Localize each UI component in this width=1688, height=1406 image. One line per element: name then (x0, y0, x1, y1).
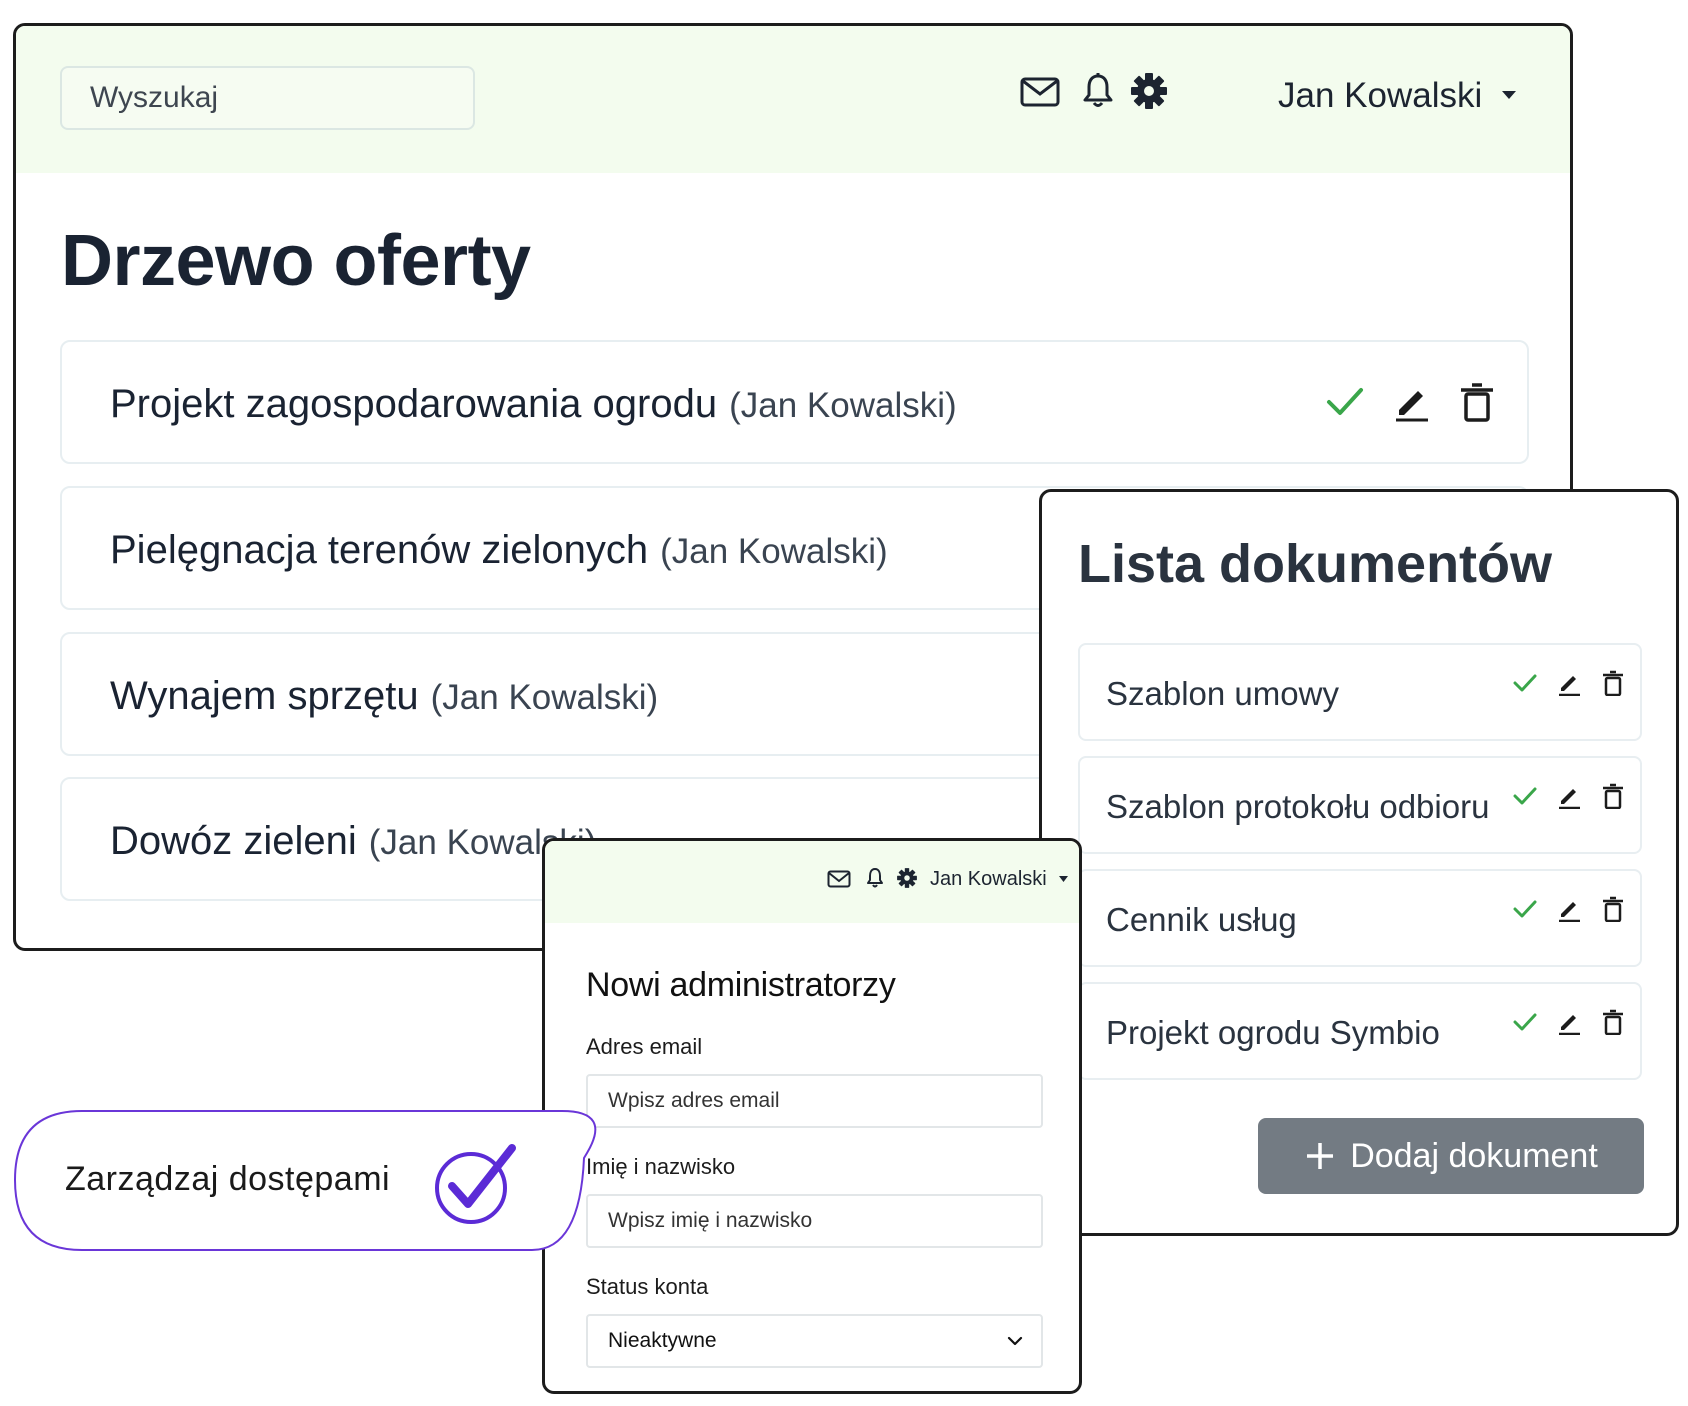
trash-icon[interactable] (1600, 670, 1626, 696)
document-row[interactable]: Cennik usług (1078, 869, 1642, 967)
form-title: Nowi administratorzy (586, 966, 896, 1004)
trash-icon[interactable] (1457, 382, 1497, 422)
name-field[interactable]: Wpisz imię i nazwisko (586, 1194, 1043, 1248)
gear-icon[interactable] (1129, 71, 1169, 111)
trash-icon[interactable] (1600, 783, 1626, 809)
offer-title: Wynajem sprzętu (Jan Kowalski) (110, 674, 659, 718)
bell-icon[interactable] (1082, 72, 1114, 110)
check-icon[interactable] (1325, 382, 1365, 422)
row-actions (1325, 382, 1497, 422)
document-row[interactable]: Szablon protokołu odbioru (1078, 756, 1642, 854)
callout-text: Zarządzaj dostępami (65, 1160, 391, 1198)
check-icon[interactable] (1512, 670, 1538, 696)
check-circle-icon (430, 1140, 520, 1230)
document-label: Szablon protokołu odbioru (1106, 788, 1490, 825)
new-admins-window: Jan Kowalski Nowi administratorzy Adres … (542, 838, 1082, 1394)
add-document-button[interactable]: Dodaj dokument (1258, 1118, 1644, 1194)
documents-window: Lista dokumentów Szablon umowy Szablon p… (1039, 489, 1679, 1236)
document-label: Szablon umowy (1106, 675, 1339, 712)
mail-icon[interactable] (1020, 76, 1060, 108)
document-label: Cennik usług (1106, 901, 1297, 938)
caret-down-icon[interactable] (1059, 876, 1068, 882)
offer-title: Pielęgnacja terenów zielonych (Jan Kowals… (110, 528, 888, 572)
check-icon[interactable] (1512, 896, 1538, 922)
email-label: Adres email (586, 1034, 703, 1059)
document-label: Projekt ogrodu Symbio (1106, 1014, 1440, 1051)
top-bar: Wyszukaj Jan Kowalski (16, 26, 1570, 173)
document-row[interactable]: Projekt ogrodu Symbio (1078, 982, 1642, 1080)
trash-icon[interactable] (1600, 1009, 1626, 1035)
page-title: Drzewo oferty (61, 221, 531, 301)
row-actions (1512, 783, 1626, 809)
edit-icon[interactable] (1391, 382, 1431, 422)
offer-author: (Jan Kowalski) (729, 386, 957, 425)
offer-author: (Jan Kowalski) (430, 678, 659, 717)
top-bar: Jan Kowalski (545, 841, 1079, 923)
edit-icon[interactable] (1556, 896, 1582, 922)
edit-icon[interactable] (1556, 1009, 1582, 1035)
user-name[interactable]: Jan Kowalski (1278, 72, 1482, 120)
offer-row[interactable]: Projekt zagospodarowania ogrodu (Jan Kowa… (60, 340, 1529, 464)
offer-author: (Jan Kowalski) (660, 532, 888, 571)
check-icon[interactable] (1512, 783, 1538, 809)
bell-icon[interactable] (866, 867, 884, 889)
status-value: Nieaktywne (608, 1329, 717, 1352)
status-label: Status konta (586, 1274, 709, 1299)
mail-icon[interactable] (827, 870, 851, 888)
status-select[interactable]: Nieaktywne (586, 1314, 1043, 1368)
chevron-down-icon (1007, 1333, 1023, 1349)
document-row[interactable]: Szablon umowy (1078, 643, 1642, 741)
documents-title: Lista dokumentów (1078, 534, 1553, 594)
search-input[interactable]: Wyszukaj (60, 66, 475, 130)
offer-title: Dowóz zieleni (Jan Kowalski) (110, 819, 597, 863)
add-document-label: Dodaj dokument (1350, 1136, 1598, 1175)
row-actions (1512, 896, 1626, 922)
edit-icon[interactable] (1556, 670, 1582, 696)
row-actions (1512, 670, 1626, 696)
trash-icon[interactable] (1600, 896, 1626, 922)
edit-icon[interactable] (1556, 783, 1582, 809)
gear-icon[interactable] (896, 867, 918, 889)
offer-title: Projekt zagospodarowania ogrodu (Jan Kowa… (110, 382, 957, 426)
user-name[interactable]: Jan Kowalski (930, 865, 1047, 893)
email-field[interactable]: Wpisz adres email (586, 1074, 1043, 1128)
caret-down-icon[interactable] (1501, 90, 1517, 100)
plus-icon (1304, 1140, 1336, 1172)
check-icon[interactable] (1512, 1009, 1538, 1035)
row-actions (1512, 1009, 1626, 1035)
